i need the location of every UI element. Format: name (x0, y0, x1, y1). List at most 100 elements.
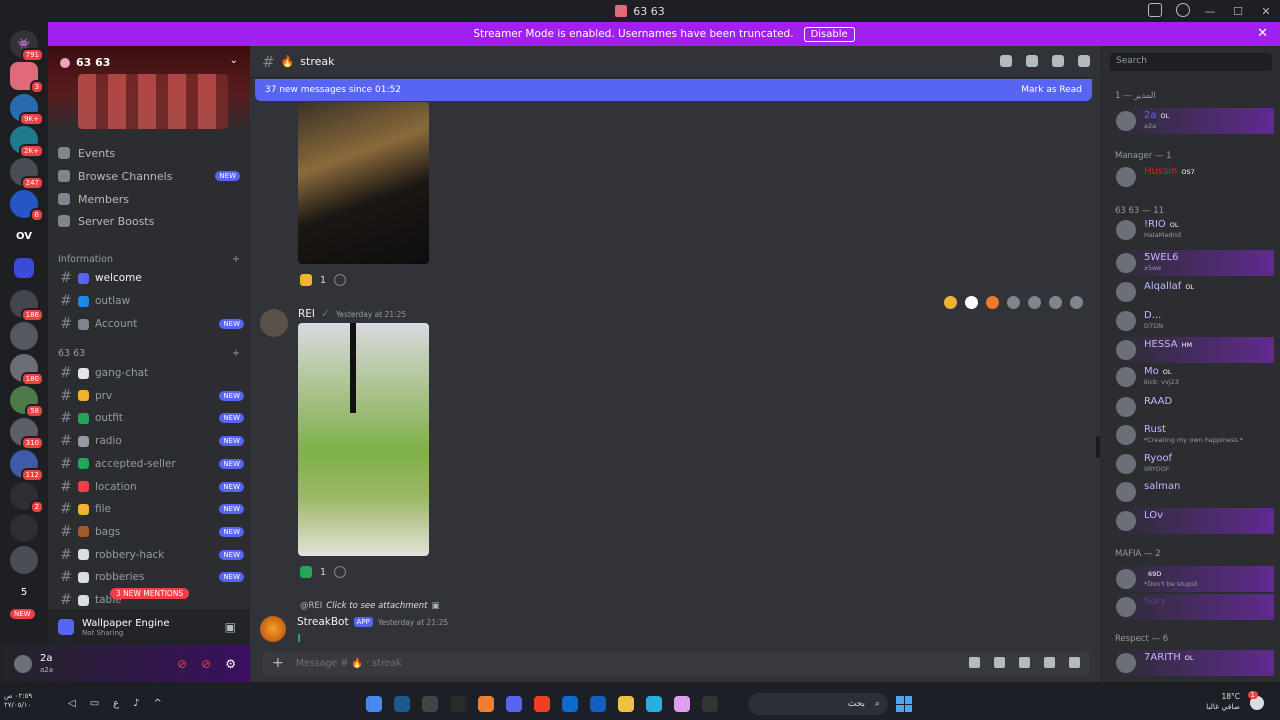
guild-icon[interactable]: 9K+ (10, 94, 44, 126)
member-item[interactable]: salman (1112, 479, 1274, 505)
add-reaction-icon[interactable] (1007, 296, 1020, 309)
menu-browse-channels[interactable]: Browse Channels NEW (58, 167, 240, 185)
threads-icon[interactable] (1000, 55, 1012, 67)
guild-icon[interactable]: 6 (10, 190, 44, 222)
channel-accepted-seller[interactable]: # accepted-seller NEW (58, 454, 244, 474)
member-item[interactable]: Ryoof IIRYOOF (1112, 451, 1274, 477)
guild-icon[interactable]: 310 (10, 418, 44, 450)
language[interactable]: ع (113, 698, 119, 709)
apps-icon[interactable] (1069, 657, 1080, 668)
close-button[interactable]: ✕ (1252, 5, 1280, 18)
member-item[interactable]: 2a OL a2a (1112, 108, 1274, 134)
server-header[interactable]: 63 63 ⌄ (48, 46, 250, 132)
member-list-icon[interactable] (1078, 55, 1090, 67)
guild-icon[interactable] (10, 514, 38, 542)
start-button[interactable] (896, 696, 912, 712)
sticker-icon[interactable] (1019, 657, 1030, 668)
volume-icon[interactable]: ◁ (68, 698, 76, 709)
gif-icon[interactable] (994, 657, 1005, 668)
weather[interactable]: 18°C صافي غالبا (1206, 692, 1240, 712)
plus-icon[interactable]: + (232, 348, 240, 359)
more-icon[interactable] (1070, 296, 1083, 309)
bell-icon[interactable] (1026, 55, 1038, 67)
edge-icon[interactable] (646, 696, 662, 712)
forward-icon[interactable] (1049, 296, 1062, 309)
guild-ov-icon[interactable]: OV (10, 222, 38, 250)
author-name[interactable]: StreakBot (297, 616, 349, 628)
chevron-down-icon[interactable]: ⌄ (230, 55, 238, 66)
member-item[interactable]: Mo OL kick: vvj23 (1112, 364, 1274, 390)
pin-icon[interactable] (1052, 55, 1064, 67)
clock[interactable]: ٠٢:٥٩ ص ٢٧/٠٥/١٠ (4, 692, 32, 710)
folder-icon[interactable] (14, 258, 34, 278)
app-icon[interactable] (422, 696, 438, 712)
close-icon[interactable]: ✕ (1257, 26, 1268, 41)
channel-outlaw[interactable]: # outlaw (58, 291, 244, 311)
brave-icon[interactable] (534, 696, 550, 712)
new-messages-bar[interactable]: 37 new messages since 01:52 Mark as Read (255, 79, 1092, 101)
chevron-up-icon[interactable]: ^ (154, 698, 162, 709)
guild-icon[interactable]: 5 (10, 578, 38, 606)
app-icon[interactable] (478, 696, 494, 712)
member-item[interactable]: RAAD (1112, 394, 1274, 420)
guild-icon[interactable] (10, 546, 38, 574)
avatar[interactable] (260, 616, 286, 642)
reaction-count[interactable]: 1 (320, 567, 326, 578)
mark-as-read-button[interactable]: Mark as Read (1021, 85, 1082, 95)
guild-63-icon[interactable]: 3 (10, 62, 44, 94)
mute-icon[interactable]: ⊘ (177, 657, 187, 671)
menu-server-boosts[interactable]: Server Boosts (58, 212, 240, 230)
attachment-image[interactable] (298, 102, 429, 264)
gear-icon[interactable]: ⚙ (225, 657, 236, 671)
member-item[interactable]: Rust *Creating my own happiness.* (1112, 422, 1274, 448)
guild-icon[interactable]: 58 (10, 386, 44, 418)
outlook-icon[interactable] (562, 696, 578, 712)
gift-icon[interactable] (969, 657, 980, 668)
channel-robbery-hack[interactable]: # robbery-hack NEW (58, 545, 244, 565)
attachment-image[interactable] (298, 323, 429, 556)
member-item[interactable]: LOv (1112, 508, 1274, 534)
fire-emoji-icon[interactable] (986, 296, 999, 309)
member-item[interactable]: Alqallaf OL (1112, 279, 1274, 305)
guild-icon[interactable]: 2K+ (10, 126, 44, 158)
reply-reference[interactable]: @REI Click to see attachment ▣ (300, 601, 439, 611)
app-icon[interactable] (366, 696, 382, 712)
plus-icon[interactable]: + (232, 254, 240, 265)
heart-emoji-icon[interactable] (965, 296, 978, 309)
network-icon[interactable]: ▭ (90, 698, 99, 709)
member-item[interactable]: HESSA HM (1112, 337, 1274, 363)
guild-icon[interactable]: 112 (10, 450, 44, 482)
avatar[interactable] (260, 309, 288, 337)
inbox-icon[interactable] (1148, 3, 1162, 17)
guild-icon[interactable]: 180 (10, 354, 44, 386)
member-item[interactable]: 5WEL6 x5we (1112, 250, 1274, 276)
channel-outfit[interactable]: # outfit NEW (58, 408, 244, 428)
minimize-button[interactable]: — (1196, 5, 1224, 18)
member-item[interactable]: !RIO OL HalaMadrid (1112, 217, 1274, 243)
help-icon[interactable] (1176, 3, 1190, 17)
author-name[interactable]: REI (298, 308, 315, 320)
emoji-icon[interactable] (1044, 657, 1055, 668)
menu-events[interactable]: Events (58, 144, 240, 162)
store-icon[interactable] (590, 696, 606, 712)
channel-bags[interactable]: # bags NEW (58, 522, 244, 542)
channel-Account[interactable]: # Account NEW (58, 314, 244, 334)
channel-robberies[interactable]: # robberies NEW (58, 567, 244, 587)
disable-button[interactable]: Disable (803, 26, 855, 42)
deafen-icon[interactable]: ⊘ (201, 657, 211, 671)
new-mentions-pill[interactable]: 3 NEW MENTIONS (110, 588, 190, 599)
channel-prv[interactable]: # prv NEW (58, 386, 244, 406)
app-icon[interactable] (702, 696, 718, 712)
add-reaction-icon[interactable] (334, 274, 347, 286)
explorer-icon[interactable] (618, 696, 634, 712)
mic-icon[interactable]: ♪ (133, 698, 139, 709)
plus-icon[interactable]: + (272, 655, 284, 671)
screen-share-icon[interactable]: ▣ (225, 620, 236, 634)
category-information[interactable]: Information + (58, 254, 240, 265)
reaction-count[interactable]: 1 (320, 275, 326, 286)
channel-welcome[interactable]: # welcome (58, 268, 244, 288)
channel-gang-chat[interactable]: # gang-chat (58, 363, 244, 383)
member-item[interactable]: D... D7DN (1112, 308, 1274, 334)
search-input[interactable]: Search (1110, 53, 1272, 71)
reply-icon[interactable] (1028, 296, 1041, 309)
